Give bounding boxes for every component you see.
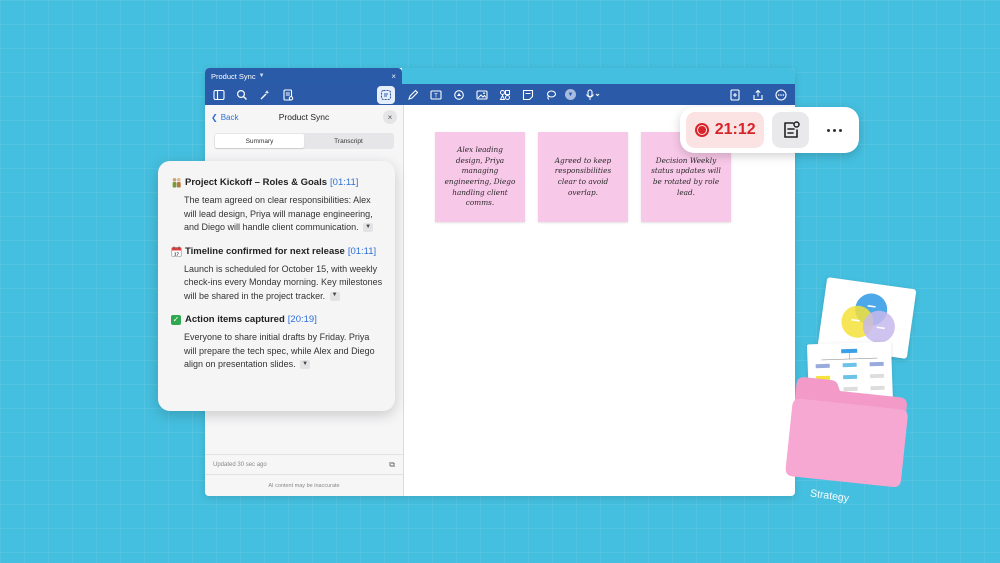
toolbar: T ▼ — [205, 84, 795, 105]
summary-section: Project Kickoff – Roles & Goals [01:11] … — [170, 177, 383, 235]
svg-text:T: T — [434, 93, 438, 99]
back-button[interactable]: ❮ Back — [211, 113, 239, 122]
ai-disclaimer: AI content may be inaccurate — [205, 474, 403, 496]
shapes-icon[interactable] — [450, 86, 468, 104]
search-icon[interactable] — [233, 86, 251, 104]
people-icon — [170, 177, 182, 188]
sticky-note[interactable]: Agreed to keep responsibilities clear to… — [538, 132, 628, 222]
notes-icon — [783, 121, 800, 138]
add-page-icon[interactable] — [726, 86, 744, 104]
back-label: Back — [220, 112, 239, 122]
timestamp-link[interactable]: [01:11] — [348, 246, 376, 257]
sidebar-status-bar: Updated 30 sec ago ⧉ — [205, 454, 403, 474]
tab-summary[interactable]: Summary — [215, 134, 304, 148]
dot — [833, 128, 837, 132]
summary-card: Project Kickoff – Roles & Goals [01:11] … — [158, 161, 395, 411]
microphone-icon[interactable] — [581, 86, 605, 104]
more-dropdown-icon[interactable]: ▼ — [565, 89, 576, 100]
section-title: Action items captured — [185, 314, 285, 325]
section-body: Launch is scheduled for October 15, with… — [184, 263, 383, 301]
summary-section: ✓ Action items captured [20:19] Everyone… — [170, 314, 383, 372]
folder-label: Strategy — [809, 487, 850, 505]
expand-chevron-icon[interactable]: ▼ — [300, 360, 311, 370]
section-title: Project Kickoff – Roles & Goals — [185, 177, 328, 188]
share-icon[interactable] — [749, 86, 767, 104]
updated-text: Updated 30 sec ago — [213, 461, 267, 468]
more-options-button[interactable] — [817, 112, 853, 148]
dot — [839, 128, 843, 132]
sticky-note[interactable]: Alex leading design, Priya managing engi… — [435, 132, 525, 222]
summary-transcript-toggle: Summary Transcript — [214, 133, 394, 149]
document-icon[interactable] — [279, 86, 297, 104]
summary-section: 17 Timeline confirmed for next release [… — [170, 246, 383, 304]
more-icon[interactable] — [772, 86, 790, 104]
lasso-icon[interactable] — [542, 86, 560, 104]
folder-icon[interactable] — [781, 372, 915, 488]
sidebar-close-icon[interactable]: × — [383, 110, 397, 124]
magic-icon[interactable] — [256, 86, 274, 104]
copy-icon[interactable]: ⧉ — [389, 460, 395, 470]
window-titlebar: Product Sync ▼ × — [205, 68, 402, 84]
notes-button[interactable] — [772, 112, 809, 148]
timestamp-link[interactable]: [01:11] — [330, 177, 358, 188]
elements-icon[interactable] — [496, 86, 514, 104]
chevron-left-icon: ❮ — [211, 112, 218, 122]
checkmark-icon: ✓ — [171, 314, 181, 325]
checkmark-container: ✓ — [170, 314, 182, 325]
section-body: Everyone to share initial drafts by Frid… — [184, 332, 375, 369]
text-box-icon[interactable]: T — [427, 86, 445, 104]
recording-controls: 21:12 — [680, 107, 859, 153]
section-body: The team agreed on clear responsibilitie… — [184, 195, 373, 232]
calendar-icon: 17 — [170, 246, 182, 257]
expand-chevron-icon[interactable]: ▼ — [329, 291, 340, 301]
window-close-icon[interactable]: × — [391, 72, 396, 81]
window-title[interactable]: Product Sync — [211, 72, 256, 81]
tab-transcript[interactable]: Transcript — [304, 134, 393, 148]
titlebar-gap — [402, 68, 795, 84]
sidebar-icon[interactable] — [210, 86, 228, 104]
svg-text:17: 17 — [173, 251, 179, 256]
section-title: Timeline confirmed for next release — [185, 245, 345, 257]
image-icon[interactable] — [473, 86, 491, 104]
recording-timer-button[interactable]: 21:12 — [686, 112, 765, 148]
timestamp-link[interactable]: [20:19] — [288, 314, 317, 325]
meeting-notes-icon[interactable] — [377, 85, 395, 104]
record-icon — [694, 123, 709, 137]
dot — [827, 128, 831, 132]
sidebar-header: ❮ Back Product Sync × — [205, 105, 403, 129]
chevron-down-icon[interactable]: ▼ — [259, 73, 265, 79]
sticky-note-icon[interactable] — [519, 86, 537, 104]
pen-icon[interactable] — [404, 86, 422, 104]
expand-chevron-icon[interactable]: ▼ — [363, 223, 374, 233]
recording-timer: 21:12 — [714, 121, 756, 138]
